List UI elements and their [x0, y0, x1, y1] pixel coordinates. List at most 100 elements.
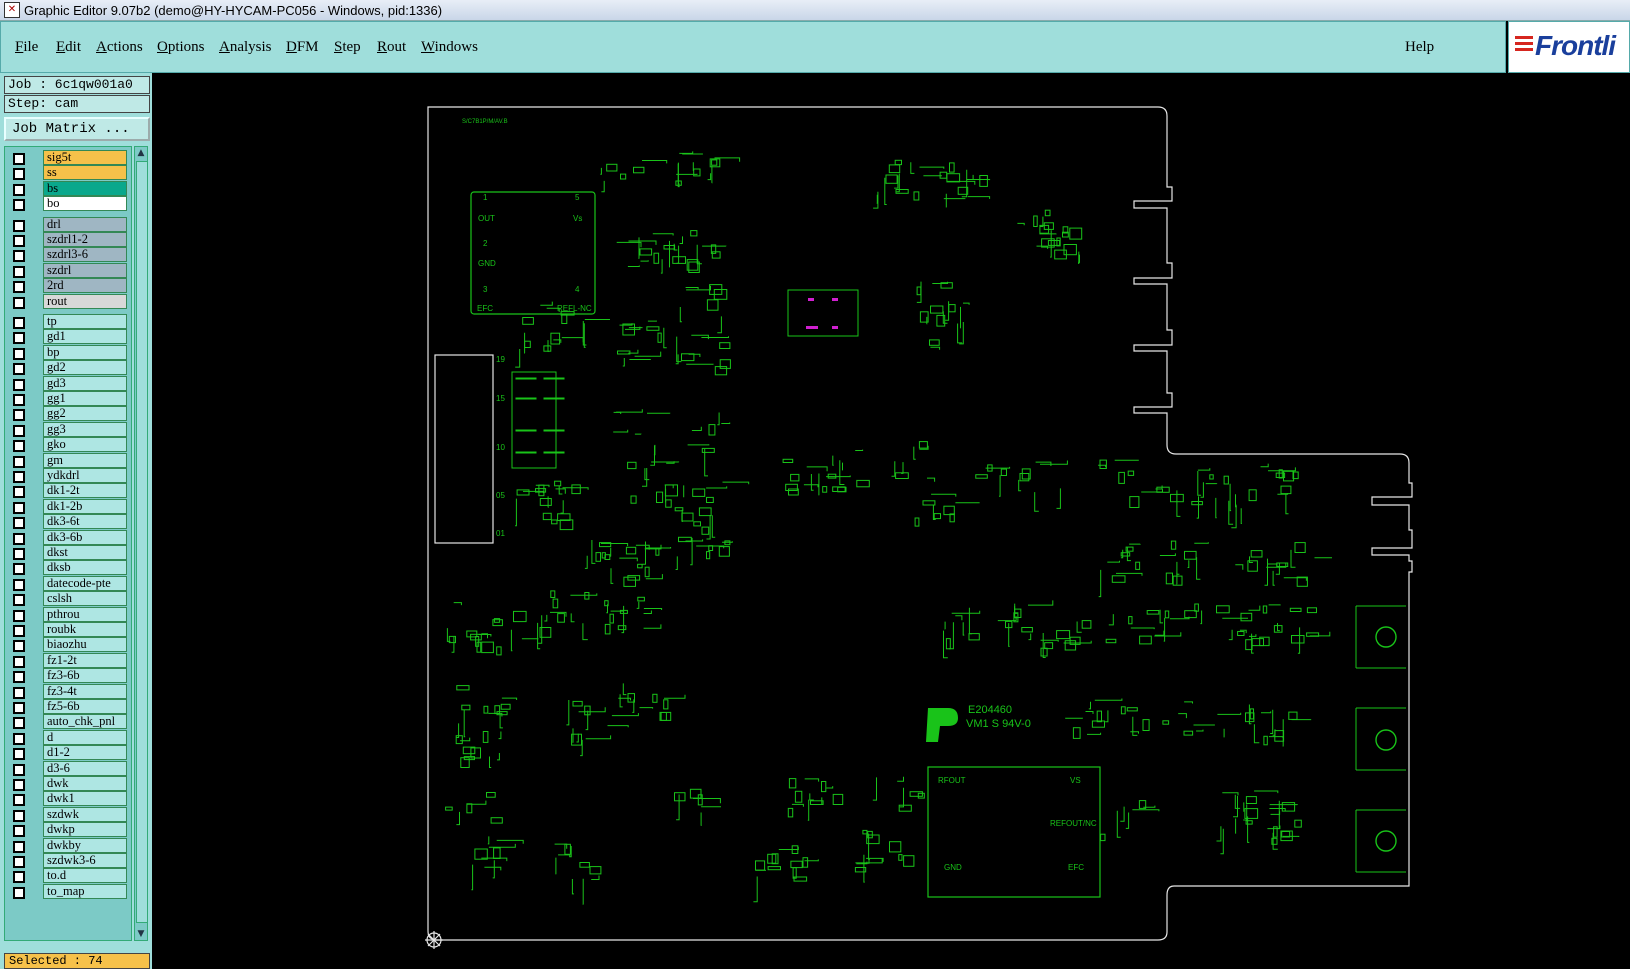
layer-checkbox[interactable] — [13, 856, 25, 868]
layer-name[interactable]: rout — [43, 293, 127, 309]
layer-name[interactable]: cslsh — [43, 591, 127, 607]
layer-checkbox[interactable] — [13, 332, 25, 345]
menu-step[interactable]: Step — [334, 39, 361, 56]
layer-name[interactable]: dwkby — [43, 837, 127, 853]
layer-checkbox[interactable] — [13, 455, 25, 468]
layer-name[interactable]: drl — [43, 216, 127, 232]
layer-checkbox[interactable] — [13, 886, 25, 899]
layer-name[interactable]: to_map — [43, 883, 127, 899]
layer-row-bs[interactable]: bs — [9, 180, 127, 196]
layer-name[interactable]: biaozhu — [43, 637, 127, 653]
layer-checkbox[interactable] — [13, 317, 25, 329]
layer-name[interactable]: datecode-pte — [43, 575, 127, 591]
layer-checkbox[interactable] — [13, 763, 25, 776]
layer-name[interactable]: gg3 — [43, 421, 127, 437]
layer-name[interactable]: szdrl3-6 — [43, 247, 127, 263]
menu-options[interactable]: Options — [157, 39, 205, 56]
layer-name[interactable]: dksb — [43, 560, 127, 576]
layer-row-gm[interactable]: gm — [9, 452, 127, 468]
layer-row-dwkby[interactable]: dwkby — [9, 837, 127, 853]
layer-row-ydkdrl[interactable]: ydkdrl — [9, 468, 127, 483]
layer-checkbox[interactable] — [13, 501, 25, 514]
layer-name[interactable]: pthrou — [43, 606, 127, 622]
layer-name[interactable]: szdrl1-2 — [43, 232, 127, 247]
layer-name[interactable]: d — [43, 729, 127, 745]
layer-checkbox[interactable] — [13, 578, 25, 591]
layer-list-scrollbar[interactable]: ▲ ▼ — [134, 146, 148, 941]
scroll-up-icon[interactable]: ▲ — [135, 147, 147, 159]
layer-row-gg1[interactable]: gg1 — [9, 391, 127, 406]
layer-row-dk1-2t[interactable]: dk1-2t — [9, 483, 127, 499]
layer-checkbox[interactable] — [13, 794, 25, 807]
layer-checkbox[interactable] — [13, 717, 25, 730]
layer-checkbox[interactable] — [13, 199, 25, 212]
layer-row-ss[interactable]: ss — [9, 165, 127, 181]
layer-name[interactable]: dwk — [43, 776, 127, 791]
layer-row-dk3-6t[interactable]: dk3-6t — [9, 514, 127, 530]
layer-name[interactable]: gd2 — [43, 360, 127, 376]
layer-name[interactable]: dk3-6t — [43, 514, 127, 530]
layer-row-dkst[interactable]: dkst — [9, 545, 127, 560]
layer-row-bo[interactable]: bo — [9, 196, 127, 212]
layer-checkbox[interactable] — [13, 486, 25, 499]
layer-checkbox[interactable] — [13, 563, 25, 576]
layer-checkbox[interactable] — [13, 363, 25, 376]
layer-name[interactable]: d1-2 — [43, 745, 127, 761]
scrollbar-thumb[interactable] — [136, 161, 148, 923]
pcb-board-view[interactable]: 1 5 OUT Vs 2 GND 3 4 EFC REFL-NC 19 15 1… — [152, 73, 1630, 969]
layer-row-pthrou[interactable]: pthrou — [9, 606, 127, 622]
layer-row-gko[interactable]: gko — [9, 437, 127, 453]
layer-checkbox[interactable] — [13, 250, 25, 263]
layer-name[interactable]: bs — [43, 180, 127, 196]
layer-name[interactable]: gm — [43, 452, 127, 468]
layer-name[interactable]: ss — [43, 165, 127, 181]
layer-row-gg2[interactable]: gg2 — [9, 406, 127, 422]
layer-row-cslsh[interactable]: cslsh — [9, 591, 127, 607]
menu-actions[interactable]: Actions — [96, 39, 143, 56]
layer-row-auto_chk_pnl[interactable]: auto_chk_pnl — [9, 714, 127, 730]
layer-row-tp[interactable]: tp — [9, 314, 127, 329]
layer-row-d1-2[interactable]: d1-2 — [9, 745, 127, 761]
layer-name[interactable]: fz3-4t — [43, 683, 127, 699]
layer-checkbox[interactable] — [13, 640, 25, 653]
menu-file[interactable]: File — [15, 39, 38, 56]
layer-checkbox[interactable] — [13, 440, 25, 453]
layer-row-rout[interactable]: rout — [9, 293, 127, 309]
layer-row-bp[interactable]: bp — [9, 344, 127, 360]
layer-checkbox[interactable] — [13, 517, 25, 530]
menu-help[interactable]: Help — [1405, 39, 1434, 56]
layer-name[interactable]: szdwk — [43, 806, 127, 822]
layer-name[interactable]: roubk — [43, 622, 127, 637]
layer-checkbox[interactable] — [13, 825, 25, 838]
layer-row-szdwk[interactable]: szdwk — [9, 806, 127, 822]
layer-checkbox[interactable] — [13, 671, 25, 684]
layer-name[interactable]: ydkdrl — [43, 468, 127, 483]
layer-name[interactable]: fz5-6b — [43, 699, 127, 714]
layer-checkbox[interactable] — [13, 347, 25, 360]
layer-name[interactable]: gko — [43, 437, 127, 453]
layer-name[interactable]: gg1 — [43, 391, 127, 406]
layer-row-biaozhu[interactable]: biaozhu — [9, 637, 127, 653]
layer-name[interactable]: auto_chk_pnl — [43, 714, 127, 730]
layer-checkbox[interactable] — [13, 809, 25, 822]
layer-row-szdrl1-2[interactable]: szdrl1-2 — [9, 232, 127, 247]
layer-row-to.d[interactable]: to.d — [9, 868, 127, 884]
layer-row-dksb[interactable]: dksb — [9, 560, 127, 576]
layer-checkbox[interactable] — [13, 265, 25, 278]
layer-checkbox[interactable] — [13, 378, 25, 391]
layer-row-dwk[interactable]: dwk — [9, 776, 127, 791]
layer-row-szdrl3-6[interactable]: szdrl3-6 — [9, 247, 127, 263]
scroll-down-icon[interactable]: ▼ — [135, 928, 147, 940]
layer-checkbox[interactable] — [13, 732, 25, 745]
layer-row-sig5t[interactable]: sig5t — [9, 150, 127, 165]
layer-checkbox[interactable] — [13, 594, 25, 607]
layer-row-d[interactable]: d — [9, 729, 127, 745]
layer-row-fz1-2t[interactable]: fz1-2t — [9, 652, 127, 668]
layer-checkbox[interactable] — [13, 609, 25, 622]
layer-checkbox[interactable] — [13, 296, 25, 309]
layer-name[interactable]: dk1-2t — [43, 483, 127, 499]
layer-name[interactable]: d3-6 — [43, 760, 127, 776]
layer-name[interactable]: szdwk3-6 — [43, 853, 127, 868]
layer-checkbox[interactable] — [13, 219, 25, 232]
layer-checkbox[interactable] — [13, 471, 25, 483]
